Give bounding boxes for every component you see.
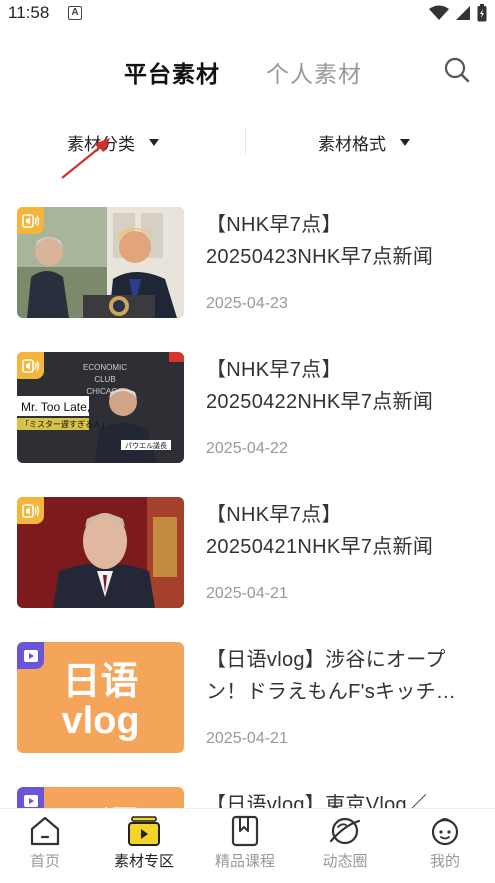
thumb-caption-text: Mr. Too Late,	[21, 400, 90, 414]
material-zone-icon	[128, 816, 160, 846]
nav-mine[interactable]: 我的	[400, 815, 490, 871]
item-title-line-1: 【NHK早7点】	[206, 214, 342, 236]
item-title: 【NHK早7点】 20250423NHK早7点新闻	[206, 209, 481, 273]
item-title-line-1: 【NHK早7点】	[206, 504, 342, 526]
thumb-caption-text: 「ミスター遅すぎる人」	[21, 419, 109, 429]
item-title-line-1: 【日语vlog】涉谷にオープ	[206, 649, 446, 671]
item-title-line-2: 20250421NHK早7点新闻	[206, 536, 434, 558]
audio-icon	[17, 497, 44, 524]
item-title: 【NHK早7点】 20250422NHK早7点新闻	[206, 354, 481, 418]
item-title-line-2: ン！ドラえもんF'sキッチ…	[206, 681, 457, 703]
search-icon[interactable]	[443, 56, 471, 84]
wifi-icon	[429, 5, 449, 20]
list-item[interactable]: ECONOMIC CLUB CHICAGO Mr. Too Late, 「ミスタ…	[0, 350, 495, 475]
item-title: 【NHK早7点】 20250421NHK早7点新闻	[206, 499, 481, 563]
item-date: 2025-04-21	[206, 585, 288, 602]
item-date: 2025-04-23	[206, 295, 288, 312]
annotation-arrow-icon	[61, 138, 110, 179]
list-item[interactable]: 【NHK早7点】 20250421NHK早7点新闻 2025-04-21	[0, 495, 495, 620]
thumbnail-image	[17, 497, 184, 608]
audio-icon	[17, 352, 44, 379]
thumb-bg-text: CLUB	[94, 375, 115, 384]
nav-mine-label: 我的	[429, 853, 460, 870]
thumbnail-image	[17, 207, 184, 318]
filter-divider	[245, 128, 246, 154]
thumb-overlay-text: vlog	[61, 700, 140, 742]
nav-material-label: 素材专区	[113, 853, 174, 870]
list-item[interactable]: 【NHK早7点】 20250423NHK早7点新闻 2025-04-23	[0, 205, 495, 330]
nav-home[interactable]: 首页	[0, 815, 90, 871]
item-title-line-1: 【NHK早7点】	[206, 359, 342, 381]
bookmark-book-icon	[231, 815, 259, 847]
thumbnail-image: 日语 vlog	[17, 642, 184, 753]
notification-icon: A	[68, 6, 82, 20]
item-title: 【日语vlog】涉谷にオープ ン！ドラえもんF'sキッチ…	[206, 644, 481, 708]
nav-premium-courses[interactable]: 精品课程	[200, 815, 290, 871]
tab-personal-material[interactable]: 个人素材	[266, 55, 362, 89]
item-title-line-2: 20250422NHK早7点新闻	[206, 391, 434, 413]
caret-down-icon	[400, 139, 410, 146]
planet-icon	[329, 817, 361, 845]
signal-icon	[456, 6, 470, 20]
nav-home-label: 首页	[29, 853, 60, 870]
status-bar: 11:58 A	[0, 0, 495, 28]
item-date: 2025-04-22	[206, 440, 288, 457]
profile-face-icon	[431, 818, 459, 846]
format-dropdown-label: 素材格式	[318, 135, 386, 154]
thumb-bg-text: ECONOMIC	[83, 363, 127, 372]
nav-material-zone[interactable]: 素材专区	[99, 815, 189, 871]
format-dropdown[interactable]: 素材格式	[318, 130, 410, 155]
item-title-line-2: 20250423NHK早7点新闻	[206, 246, 434, 268]
video-icon	[17, 642, 44, 669]
thumbnail-image: ECONOMIC CLUB CHICAGO Mr. Too Late, 「ミスタ…	[17, 352, 184, 463]
item-date: 2025-04-21	[206, 730, 288, 747]
nav-course-label: 精品课程	[214, 853, 275, 870]
bottom-nav: 首页 素材专区 精品课程 动态圈 我的	[0, 808, 495, 883]
status-icons	[429, 4, 487, 22]
tab-platform-material[interactable]: 平台素材	[124, 55, 220, 89]
battery-icon	[477, 4, 487, 22]
nav-moments[interactable]: 动态圈	[300, 815, 390, 871]
home-icon	[30, 816, 60, 846]
list-item[interactable]: 日语 vlog 【日语vlog】涉谷にオープ ン！ドラえもんF'sキッチ… 20…	[0, 640, 495, 765]
audio-icon	[17, 207, 44, 234]
thumb-caption-text: パウエル議長	[125, 441, 167, 450]
nav-moments-label: 动态圈	[322, 853, 368, 870]
caret-down-icon	[149, 139, 159, 146]
top-tabs: 平台素材 个人素材	[0, 50, 495, 100]
status-time: 11:58	[8, 3, 50, 22]
